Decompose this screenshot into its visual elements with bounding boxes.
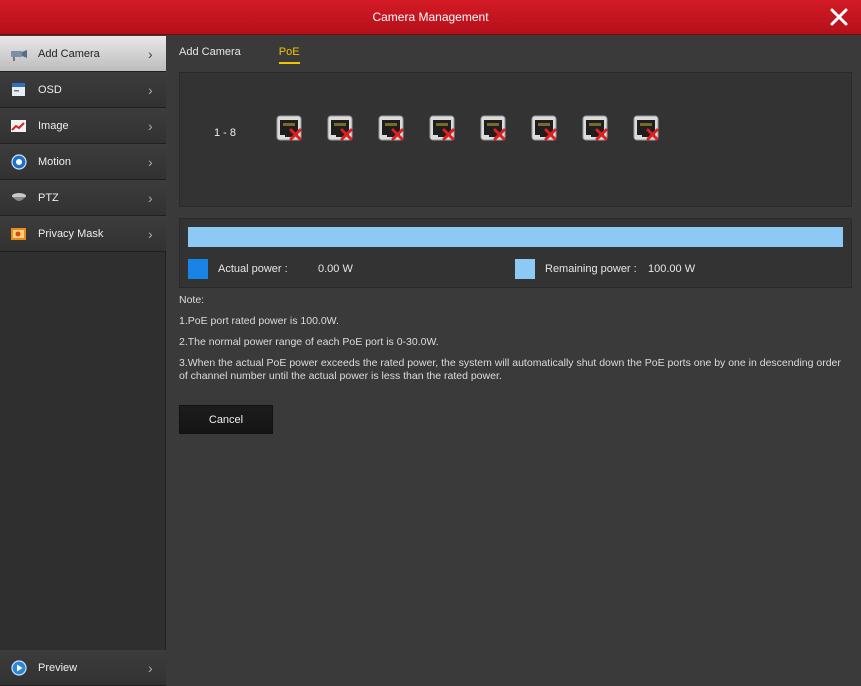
remaining-power-label: Remaining power : (545, 263, 637, 275)
sidebar-item-preview[interactable]: Preview › (0, 650, 166, 686)
chevron-right-icon: › (148, 45, 153, 62)
poe-port-panel: 1 - 8 (179, 72, 852, 207)
poe-port-icon[interactable] (327, 115, 353, 141)
power-usage-bar (188, 227, 843, 247)
sidebar-item-label: Add Camera (38, 47, 100, 60)
poe-port-icon[interactable] (531, 115, 557, 141)
chevron-right-icon: › (148, 117, 153, 134)
chevron-right-icon: › (148, 189, 153, 206)
chevron-right-icon: › (148, 659, 153, 676)
ptz-icon (12, 192, 26, 201)
chevron-right-icon: › (148, 225, 153, 242)
poe-port-icon[interactable] (429, 115, 455, 141)
note-line: 1.PoE port rated power is 100.0W. (179, 315, 339, 327)
sidebar-item-image[interactable]: Image › (0, 108, 166, 144)
note-line: 3.When the actual PoE power exceeds the … (179, 357, 841, 382)
osd-icon (12, 82, 25, 96)
tab-poe[interactable]: PoE (278, 46, 300, 64)
poe-port-icon[interactable] (276, 115, 302, 141)
actual-power-value: 0.00 W (318, 263, 353, 275)
power-panel: Actual power : 0.00 W Remaining power : … (179, 218, 852, 288)
chevron-right-icon: › (148, 81, 153, 98)
main-content: Add Camera PoE 1 - 8 Actual power : 0.00… (167, 36, 861, 686)
close-icon[interactable] (827, 5, 851, 29)
poe-port-icon[interactable] (633, 115, 659, 141)
poe-port-icon[interactable] (480, 115, 506, 141)
notes-heading: Note: (179, 294, 205, 306)
sidebar-item-label: PTZ (38, 191, 59, 204)
tab-add-camera[interactable]: Add Camera (179, 46, 241, 64)
actual-power-legend-swatch (188, 259, 208, 279)
cancel-button[interactable]: Cancel (179, 405, 273, 434)
actual-power-label: Actual power : (218, 263, 288, 275)
sidebar-item-osd[interactable]: OSD › (0, 72, 166, 108)
remaining-power-legend-swatch (515, 259, 535, 279)
sidebar-item-privacy-mask[interactable]: Privacy Mask › (0, 216, 166, 252)
sidebar-item-label: Image (38, 119, 69, 132)
remaining-power-value: 100.00 W (648, 263, 696, 275)
sidebar-item-label: Privacy Mask (38, 227, 104, 240)
tab-bar: Add Camera PoE (179, 46, 338, 64)
notes-section: Note: 1.PoE port rated power is 100.0W. … (179, 294, 852, 391)
motion-icon (11, 153, 27, 170)
window-title: Camera Management (372, 10, 489, 24)
port-range-label: 1 - 8 (214, 127, 237, 139)
sidebar-item-add-camera[interactable]: Add Camera › (0, 36, 166, 72)
privacy-mask-icon (11, 227, 26, 240)
sidebar-item-label: Motion (38, 155, 72, 168)
sidebar-item-ptz[interactable]: PTZ › (0, 180, 166, 216)
title-bar: Camera Management (0, 0, 861, 35)
poe-port-icon[interactable] (378, 115, 404, 141)
sidebar-item-motion[interactable]: Motion › (0, 144, 166, 180)
preview-icon (11, 659, 27, 676)
sidebar-item-label: OSD (38, 83, 62, 96)
image-icon (11, 119, 26, 132)
chevron-right-icon: › (148, 153, 153, 170)
poe-port-icon[interactable] (582, 115, 608, 141)
sidebar-item-label: Preview (38, 661, 78, 674)
sidebar: Add Camera › OSD › Image › Motion › PTZ (0, 36, 166, 686)
camera-icon (11, 49, 27, 61)
note-line: 2.The normal power range of each PoE por… (179, 336, 439, 348)
